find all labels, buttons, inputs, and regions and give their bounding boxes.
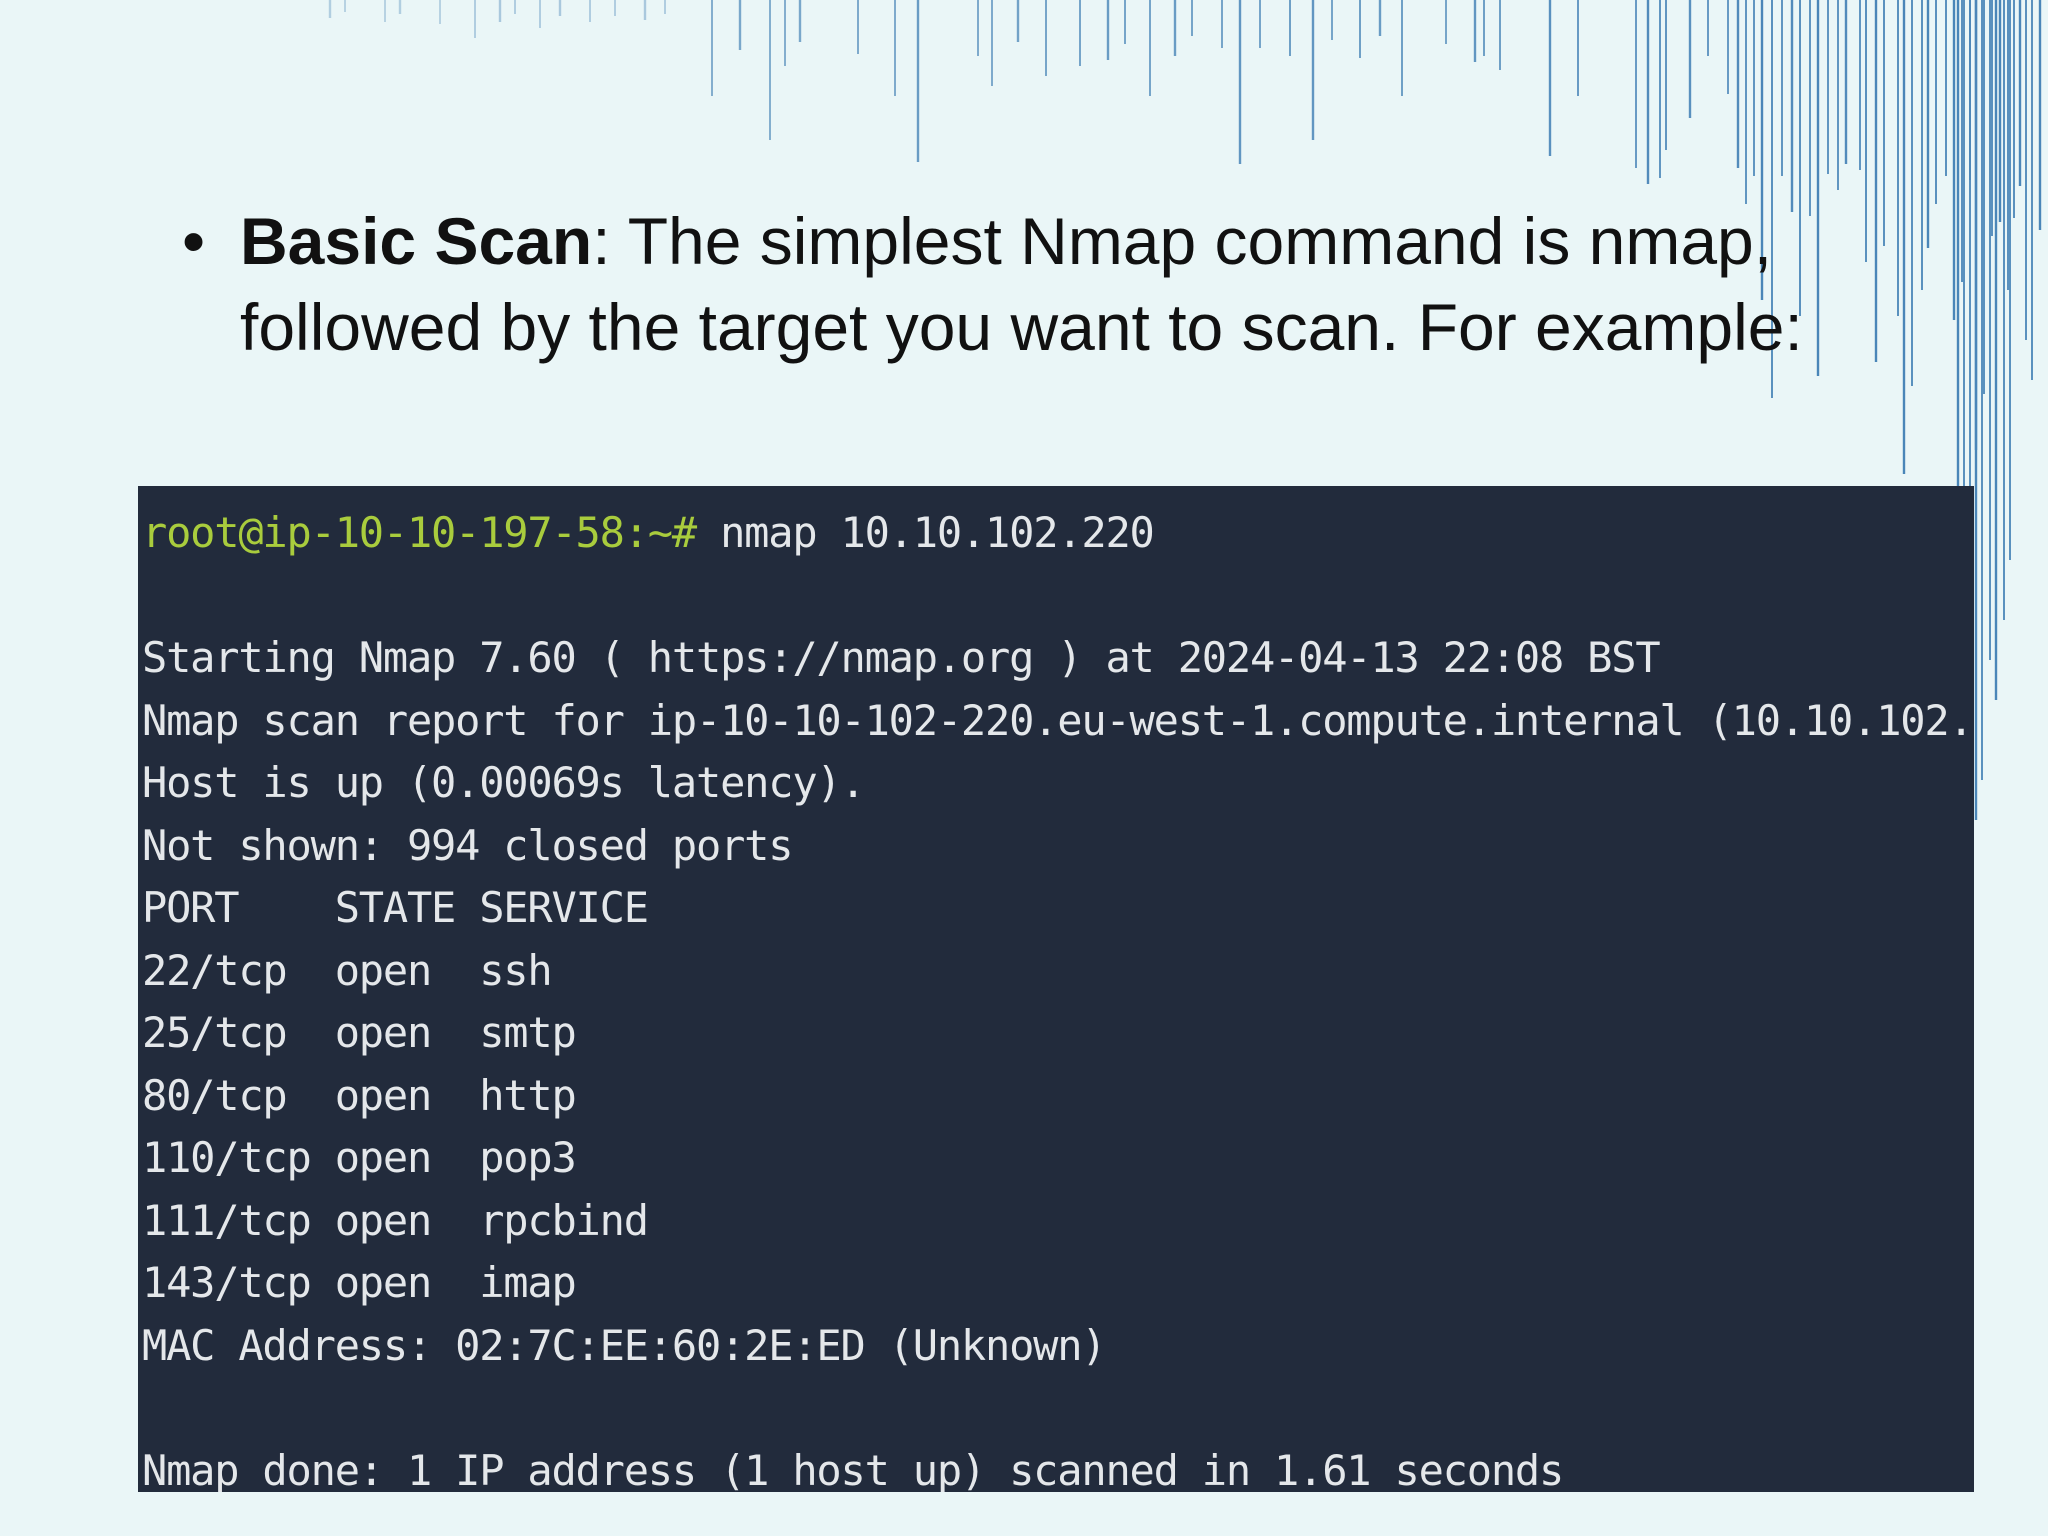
terminal-line: Nmap done: 1 IP address (1 host up) scan… [142, 1445, 1564, 1493]
terminal-line: 25/tcp open smtp [142, 1008, 577, 1057]
terminal-line: 143/tcp open imap [142, 1258, 577, 1307]
terminal-line: MAC Address: 02:7C:EE:60:2E:ED (Unknown) [142, 1320, 1107, 1370]
terminal-prompt: root@ip-10-10-197-58:~# [142, 508, 697, 557]
terminal-line: 111/tcp open rpcbind [142, 1195, 649, 1245]
terminal-line: Nmap scan report for ip-10-10-102-220.eu… [142, 695, 1974, 745]
bullet-heading: Basic Scan [240, 204, 593, 278]
terminal-line: 22/tcp open ssh [142, 945, 553, 995]
terminal-line: 80/tcp open http [142, 1070, 577, 1120]
terminal-line: Host is up (0.00069s latency). [142, 758, 866, 807]
terminal-command-line: root@ip-10-10-197-58:~# nmap 10.10.102.2… [142, 502, 1974, 565]
bullet-text: Basic Scan: The simplest Nmap command is… [186, 198, 1926, 370]
terminal-line: Not shown: 994 closed ports [142, 820, 794, 870]
terminal-line: 110/tcp open pop3 [142, 1133, 577, 1182]
terminal-command: nmap 10.10.102.220 [695, 508, 1155, 557]
terminal-output: Starting Nmap 7.60 ( https://nmap.org ) … [142, 565, 1974, 1493]
terminal-screenshot: root@ip-10-10-197-58:~# nmap 10.10.102.2… [138, 486, 1974, 1492]
terminal-line: Starting Nmap 7.60 ( https://nmap.org ) … [142, 633, 1661, 682]
bullet-dot-icon: • [182, 204, 206, 278]
terminal-line: PORT STATE SERVICE [142, 883, 649, 932]
bullet-paragraph: • Basic Scan: The simplest Nmap command … [182, 198, 1926, 370]
